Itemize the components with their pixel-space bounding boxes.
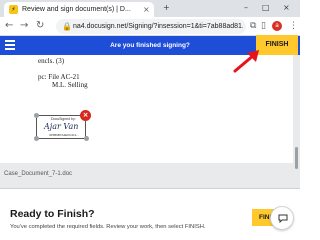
- browser-tab[interactable]: ⚡ Review and sign document(s) | D... ×: [4, 2, 154, 17]
- document-viewer[interactable]: encls. (3) pc: File AC-21 M.L. Selling D…: [0, 55, 300, 188]
- resize-handle-top-left[interactable]: [34, 113, 39, 118]
- signature-script: Ajar Van: [44, 122, 79, 131]
- sidebar-icon[interactable]: ▯: [261, 20, 266, 32]
- reload-icon[interactable]: ↻: [36, 20, 44, 32]
- signature-id: 3F5B9B7A4E0C4C1...: [49, 133, 80, 137]
- red-arrow-icon: [233, 50, 259, 73]
- avatar[interactable]: a: [272, 21, 282, 31]
- extensions-icon[interactable]: ⧉: [250, 20, 256, 32]
- finish-button-top[interactable]: FINISH: [256, 35, 298, 55]
- minimize-icon[interactable]: –: [244, 2, 248, 14]
- docusign-favicon-icon: ⚡: [9, 5, 18, 14]
- finish-prompt: Are you finished signing?: [110, 42, 190, 49]
- browser-tab-bar: ⚡ Review and sign document(s) | D... × +…: [0, 0, 300, 17]
- lock-icon: 🔒: [62, 22, 72, 31]
- ready-to-finish-panel: Ready to Finish? You've completed the re…: [0, 188, 300, 237]
- maximize-icon[interactable]: □: [262, 2, 270, 14]
- chat-button[interactable]: [270, 206, 294, 230]
- close-tab-icon[interactable]: ×: [143, 4, 150, 15]
- back-arrow-icon[interactable]: ←: [5, 20, 13, 32]
- document-filename: Case_Document_7-1.doc: [4, 171, 73, 177]
- delete-signature-icon[interactable]: ×: [80, 110, 91, 121]
- doc-line-name: M.L. Selling: [52, 81, 88, 89]
- docusigned-by-label: DocuSigned by:: [51, 117, 76, 121]
- new-tab-icon[interactable]: +: [163, 2, 170, 14]
- chat-icon: [278, 214, 288, 223]
- signature-field[interactable]: DocuSigned by: Ajar Van 3F5B9B7A4E0C4C1.…: [36, 115, 86, 139]
- ready-description: You've completed the required fields. Re…: [10, 224, 206, 230]
- tab-title: Review and sign document(s) | D...: [22, 6, 131, 13]
- ready-title: Ready to Finish?: [10, 208, 95, 220]
- hamburger-menu-icon[interactable]: [5, 40, 15, 50]
- url-text: na4.docusign.net/Signing/?insession=1&ti…: [73, 23, 243, 30]
- browser-toolbar: ← → ↻ 🔒 na4.docusign.net/Signing/?insess…: [0, 17, 300, 36]
- scrollbar-thumb[interactable]: [295, 147, 298, 169]
- resize-handle-bottom-left[interactable]: [34, 136, 39, 141]
- doc-line-enclosures: encls. (3): [38, 57, 65, 65]
- browser-menu-icon[interactable]: ⋮: [289, 20, 298, 32]
- resize-handle-bottom-right[interactable]: [84, 136, 89, 141]
- forward-arrow-icon[interactable]: →: [20, 20, 28, 32]
- address-bar[interactable]: 🔒 na4.docusign.net/Signing/?insession=1&…: [56, 19, 246, 34]
- window-close-icon[interactable]: ×: [283, 2, 290, 14]
